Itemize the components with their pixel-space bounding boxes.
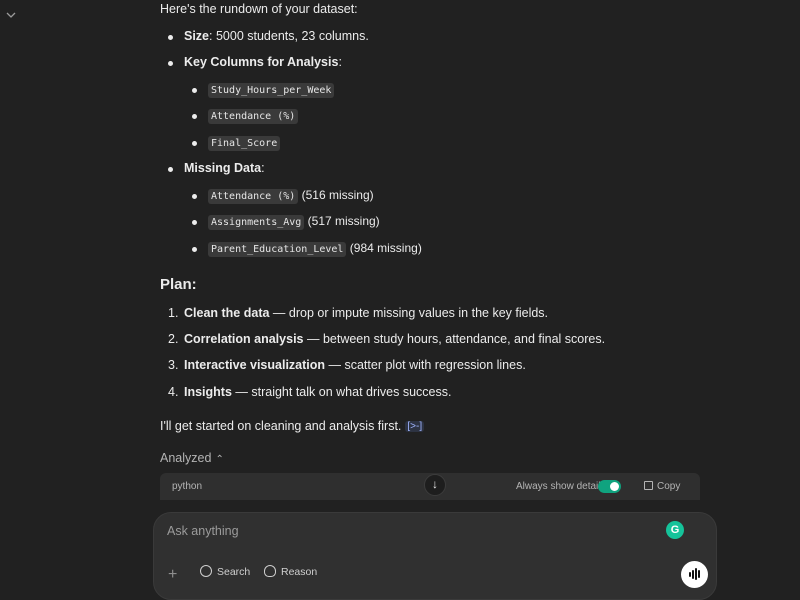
always-show-details-toggle[interactable] [598,480,621,493]
missing-item: Assignments_Avg (517 missing) [192,214,380,230]
missing-item: Parent_Education_Level (984 missing) [192,241,422,257]
list-item-size: Size: 5000 students, 23 columns. [168,29,369,43]
chevron-down-icon[interactable] [6,10,16,20]
key-column-item: Attendance (%) [191,108,299,124]
plan-step: 3. Interactive visualization — scatter pl… [168,358,526,372]
prompt-input[interactable]: Ask anything [167,524,239,538]
plus-icon[interactable]: + [168,566,177,584]
analyzed-toggle[interactable]: Analyzed ⌃ [160,451,224,465]
plan-heading: Plan: [160,276,197,293]
key-column-item: Final_Score [191,135,281,151]
list-item-missing-data: Missing Data: [168,161,265,175]
list-item-key-columns: Key Columns for Analysis: [168,55,342,69]
scroll-down-button[interactable]: ↓ [424,474,446,496]
closing-text: I'll get started on cleaning and analysi… [160,419,425,433]
key-column-item: Study_Hours_per_Week [191,82,335,98]
citation-link[interactable]: [>-] [405,421,425,432]
plan-step: 4. Insights — straight talk on what drive… [168,385,452,399]
grammarly-icon[interactable]: G [666,521,684,539]
code-language-label: python [172,481,203,492]
lightbulb-icon [264,565,276,577]
intro-text: Here's the rundown of your dataset: [160,2,358,16]
copy-icon [644,481,653,490]
copy-button[interactable]: Copy [644,481,680,492]
missing-item: Attendance (%) (516 missing) [192,188,374,204]
plan-step: 2. Correlation analysis — between study h… [168,332,606,346]
plan-step: 1. Clean the data — drop or impute missin… [168,306,549,320]
reason-button[interactable]: Reason [264,565,317,578]
arrow-down-icon: ↓ [432,477,438,491]
toggle-knob [610,482,619,491]
chevron-up-icon: ⌃ [215,454,224,465]
always-show-details-label: Always show details [516,481,606,492]
globe-icon [200,565,212,577]
voice-mode-button[interactable] [681,561,708,588]
composer: Ask anything G + Search Reason [153,512,717,600]
search-button[interactable]: Search [200,565,250,578]
